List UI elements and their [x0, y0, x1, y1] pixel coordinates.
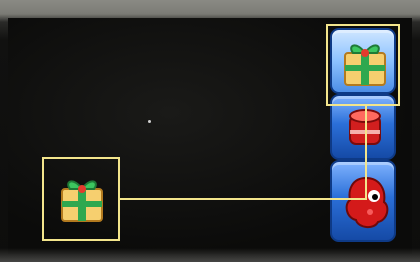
hint-path-horizontal — [120, 198, 367, 200]
selected-tile-frame[interactable] — [326, 24, 400, 106]
bottom-glare — [0, 248, 420, 262]
gift-box-icon — [61, 180, 103, 222]
tile-creature[interactable] — [330, 160, 396, 242]
selected-tile-frame[interactable] — [42, 157, 120, 241]
hint-path-vertical — [365, 106, 367, 200]
background-star — [148, 120, 151, 123]
game-screen — [0, 0, 420, 262]
